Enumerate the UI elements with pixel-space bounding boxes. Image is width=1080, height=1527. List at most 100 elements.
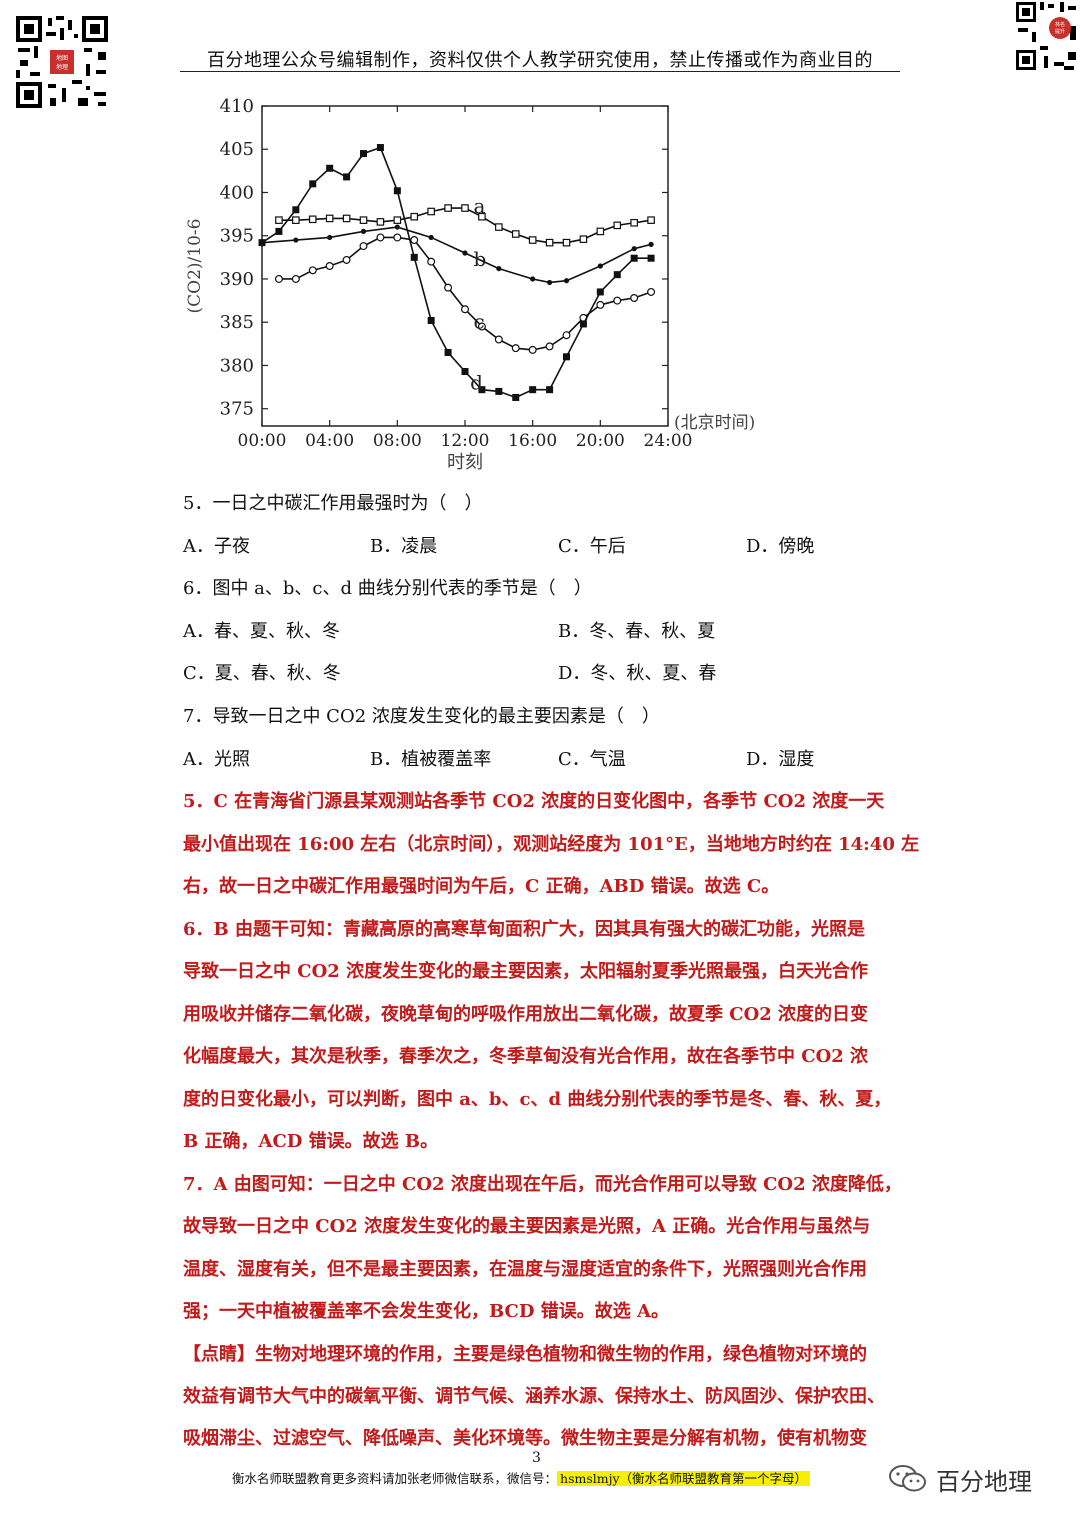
data-point-c xyxy=(359,242,368,251)
data-point-c xyxy=(376,233,385,242)
data-point-a xyxy=(275,216,283,224)
data-point-a xyxy=(596,227,605,236)
answer-7-line: 故导致一日之中 CO2 浓度发生变化的最主要因素是光照，A 正确。光合作用与虽然… xyxy=(183,1216,871,1237)
data-point-a xyxy=(342,214,351,223)
data-point-a xyxy=(511,230,520,238)
q7-option-b: B．植被覆盖率 xyxy=(370,749,492,770)
answer-7-line: 强；一天中植被覆盖率不会发生变化，BCD 错误。故选 A。 xyxy=(183,1301,669,1322)
series-label-c: c xyxy=(473,309,484,333)
data-point-d xyxy=(495,387,503,395)
answer-6-line: 导致一日之中 CO2 浓度发生变化的最主要因素，太阳辐射夏季光照最强，白天光合作 xyxy=(183,961,869,982)
qr-code-right: 林名 提升 xyxy=(1014,0,1078,74)
data-point-d xyxy=(275,227,283,235)
data-point-a xyxy=(359,216,368,224)
data-point-d xyxy=(309,180,317,188)
x-unit-label: (北京时间) xyxy=(674,413,755,433)
data-point-d xyxy=(512,393,520,401)
data-point-a xyxy=(579,235,588,243)
answer-6-line: 用吸收并储存二氧化碳，夜晚草甸的呼吸作用放出二氧化碳，故夏季 CO2 浓度的日变 xyxy=(183,1004,869,1025)
brand-name: 百分地理 xyxy=(936,1468,1032,1496)
answer-7-line: 7．A 由图可知：一日之中 CO2 浓度出现在午后，而光合作用可以导致 CO2 … xyxy=(183,1174,902,1195)
question-6-stem: 6．图中 a、b、c、d 曲线分别代表的季节是（ ） xyxy=(183,578,592,599)
svg-text:地理: 地理 xyxy=(56,63,68,71)
data-point-b xyxy=(394,224,400,230)
answer-6-line: 6．B 由题干可知：青藏高原的高寒草甸面积广大，因其具有强大的碳汇功能，光照是 xyxy=(183,919,866,940)
data-point-a xyxy=(461,204,469,212)
data-point-b xyxy=(546,279,553,286)
y-tick-label: 390 xyxy=(220,269,254,290)
data-point-d xyxy=(376,144,384,152)
series-line-d xyxy=(261,146,652,399)
data-point-d xyxy=(292,206,300,214)
q5-option-b: B．凌晨 xyxy=(370,536,438,557)
page-number: 3 xyxy=(532,1450,541,1466)
q7-option-a: A．光照 xyxy=(183,749,250,770)
q6-option-a: A．春、夏、秋、冬 xyxy=(183,621,340,642)
data-point-d xyxy=(343,173,351,181)
data-point-a xyxy=(647,216,655,224)
x-tick-label: 00:00 xyxy=(238,431,287,451)
series-label-a: a xyxy=(473,194,485,218)
data-point-c xyxy=(342,255,351,264)
data-point-b xyxy=(563,278,570,284)
data-point-a xyxy=(410,212,419,221)
data-point-b xyxy=(293,237,299,243)
q6-option-c: C．夏、春、秋、冬 xyxy=(183,663,341,684)
x-tick-label: 08:00 xyxy=(373,431,422,451)
svg-text:地图: 地图 xyxy=(56,54,68,62)
data-point-d xyxy=(326,164,334,172)
data-point-d xyxy=(546,386,554,394)
data-point-d xyxy=(579,320,587,328)
data-point-b xyxy=(360,228,367,235)
data-point-c xyxy=(461,305,470,314)
data-point-c xyxy=(325,262,334,271)
y-axis-label: (CO2)/10-6 xyxy=(185,219,205,314)
x-tick-label: 16:00 xyxy=(508,431,557,451)
data-point-d xyxy=(563,353,570,361)
tip-line: 吸烟滞尘、过滤空气、降低噪声、美化环境等。微生物主要是分解有机物，使有机物变 xyxy=(183,1428,867,1449)
data-point-a xyxy=(292,216,300,224)
data-point-d xyxy=(647,254,655,262)
y-tick-label: 405 xyxy=(220,139,254,160)
data-point-a xyxy=(376,218,385,226)
data-point-b xyxy=(530,276,536,282)
y-tick-label: 395 xyxy=(220,226,254,247)
data-point-a xyxy=(308,215,317,224)
data-point-d xyxy=(258,239,266,247)
answer-6-line: 化幅度最大，其次是秋季，春季次之，冬季草甸没有光合作用，故在各季节中 CO2 浓 xyxy=(183,1046,869,1067)
header-text: 百分地理公众号编辑制作，资料仅供个人教学研究使用，禁止传播或作为商业目的 xyxy=(207,50,873,71)
tip-label: 【点睛】 xyxy=(183,1344,255,1365)
data-point-b xyxy=(327,234,333,241)
data-point-c xyxy=(613,296,622,305)
data-point-c xyxy=(427,257,436,266)
data-point-c xyxy=(291,274,300,283)
data-point-c xyxy=(410,236,419,245)
data-point-c xyxy=(494,335,503,344)
x-axis-label: 时刻 xyxy=(447,452,483,473)
answer-6-line: 度的日变化最小，可以判断，图中 a、b、c、d 曲线分别代表的季节是冬、春、秋、… xyxy=(183,1089,892,1110)
wechat-icon xyxy=(888,1463,928,1497)
q7-option-c: C．气温 xyxy=(558,749,626,770)
qr-code-left: 地图 地理 xyxy=(14,14,110,110)
data-point-d xyxy=(461,368,469,376)
x-tick-label: 20:00 xyxy=(576,431,625,451)
data-point-b xyxy=(428,234,434,241)
plot-frame xyxy=(261,105,669,427)
q7-option-d: D．湿度 xyxy=(746,749,815,770)
data-point-d xyxy=(410,253,418,261)
data-point-a xyxy=(495,223,503,231)
tip-line: 效益有调节大气中的碳氧平衡、调节气候、涵养水源、保持水土、防风固沙、保护农田、 xyxy=(183,1386,885,1407)
data-point-a xyxy=(562,238,571,247)
answer-6-line: B 正确，ACD 错误。故选 B。 xyxy=(183,1131,439,1152)
y-tick-label: 385 xyxy=(220,312,254,333)
tip-line: 【点睛】生物对地理环境的作用，主要是绿色植物和微生物的作用，绿色植物对环境的 xyxy=(183,1340,867,1366)
question-5-stem: 5．一日之中碳汇作用最强时为（ ） xyxy=(183,493,483,514)
data-point-d xyxy=(360,150,367,158)
x-tick-label: 24:00 xyxy=(644,431,693,451)
footer-note: 衡水名师联盟教育更多资料请加张老师微信联系，微信号： hsmslmjy（衡水名师联… xyxy=(232,1468,811,1487)
data-point-c xyxy=(647,287,656,296)
data-point-b xyxy=(631,246,637,252)
q6-option-d: D．冬、秋、夏、春 xyxy=(558,663,717,684)
svg-text:提升: 提升 xyxy=(1055,28,1065,35)
answer-5-line: 最小值出现在 16:00 左右（北京时间），观测站经度为 101°E，当地地方时… xyxy=(183,834,920,855)
